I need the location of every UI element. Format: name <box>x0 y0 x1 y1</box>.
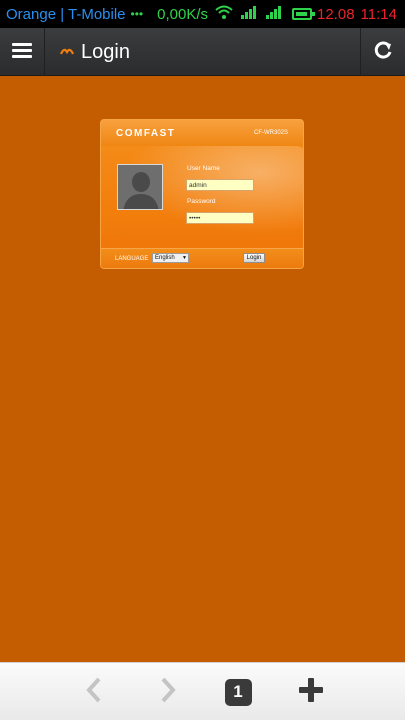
browser-toolbar: Login <box>0 28 405 76</box>
tabs-button[interactable]: 1 <box>223 677 253 707</box>
forward-button[interactable] <box>153 677 183 707</box>
signal-icon <box>240 5 258 23</box>
reload-icon <box>373 40 393 65</box>
password-label: Password <box>187 198 216 205</box>
back-icon <box>84 677 104 708</box>
username-label: User Name <box>187 165 220 172</box>
avatar <box>117 164 163 210</box>
reload-button[interactable] <box>360 28 405 76</box>
carrier-name: Orange | T-Mobile <box>6 5 126 23</box>
back-button[interactable] <box>79 677 109 707</box>
password-input[interactable]: ••••• <box>186 212 254 224</box>
menu-button[interactable] <box>0 28 45 76</box>
status-bar: Orange | T-Mobile ••• 0,00K/s 12.08 11:1… <box>0 0 405 28</box>
language-label: LANGUAGE <box>115 256 149 262</box>
login-panel: COMFAST CF-WR302S User Name admin Passwo… <box>100 119 304 269</box>
language-selected: English <box>155 255 175 261</box>
status-date: 12.08 <box>317 5 355 23</box>
tabs-icon: 1 <box>224 678 252 706</box>
dropdown-arrow-icon: ▼ <box>182 255 187 261</box>
login-button[interactable]: Login <box>243 253 265 263</box>
brand-logo: COMFAST <box>116 128 176 139</box>
hamburger-icon <box>12 42 32 63</box>
status-time: 11:14 <box>360 5 397 23</box>
page-title-area[interactable]: Login <box>59 28 130 76</box>
site-icon <box>59 43 75 61</box>
browser-bottom-bar: 1 <box>0 662 405 720</box>
forward-icon <box>158 677 178 708</box>
language-select[interactable]: English ▼ <box>152 253 189 263</box>
battery-icon <box>292 8 315 20</box>
wifi-icon <box>215 5 233 23</box>
notification-dots: ••• <box>130 7 144 21</box>
new-tab-button[interactable] <box>296 677 326 707</box>
tab-count: 1 <box>233 682 243 701</box>
new-tab-icon <box>298 677 324 708</box>
device-model: CF-WR302S <box>253 130 288 136</box>
username-input[interactable]: admin <box>186 179 254 191</box>
network-speed: 0,00K/s <box>157 5 208 23</box>
signal-icon <box>265 5 283 23</box>
page-title: Login <box>81 40 130 63</box>
